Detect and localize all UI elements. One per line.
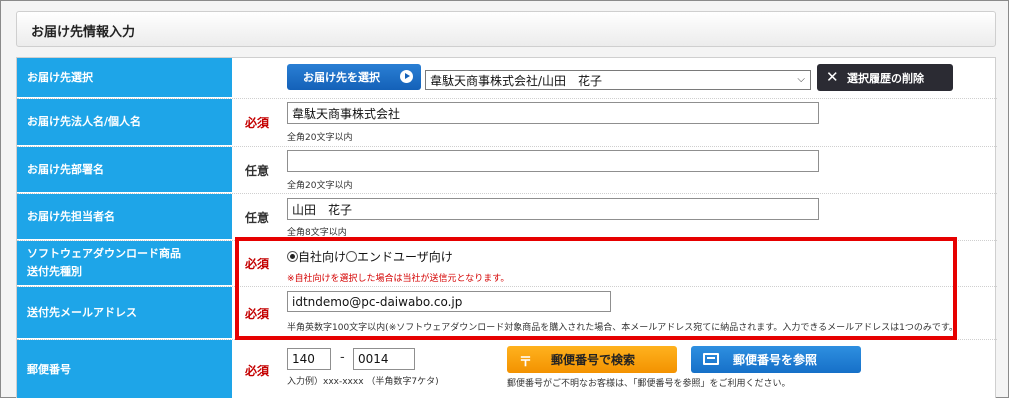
postal-search-button[interactable]: 〒 郵便番号で検索 <box>507 346 677 373</box>
row-department: お届け先部署名 任意 全角20文字以内 <box>17 147 997 194</box>
window-frame: お届け先情報入力 お届け先選択 お届け先を選択 韋駄天商事株式会社/山田 花子 … <box>0 0 1009 398</box>
row-destination-select: お届け先選択 お届け先を選択 韋駄天商事株式会社/山田 花子 ⌵ ✕ 選択履歴の… <box>17 58 997 99</box>
highlight-box <box>235 237 957 340</box>
postal-separator: - <box>340 350 345 365</box>
label-contact: お届け先担当者名 <box>17 194 232 240</box>
postal-code-first-input[interactable]: 140 <box>287 348 331 370</box>
required-badge: 必須 <box>244 116 269 130</box>
department-hint: 全角20文字以内 <box>287 181 353 191</box>
close-icon: ✕ <box>826 68 839 86</box>
row-contact: お届け先担当者名 任意 山田 花子 全角8文字以内 <box>17 194 997 241</box>
label-destination-select: お届け先選択 <box>17 58 232 98</box>
row-corp-name: お届け先法人名/個人名 必須 韋駄天商事株式会社 全角20文字以内 <box>17 99 997 147</box>
department-controls: 全角20文字以内 <box>285 147 985 193</box>
label-postal: 郵便番号 <box>17 340 232 398</box>
contact-input[interactable]: 山田 花子 <box>287 198 819 220</box>
delivery-form: お届け先選択 お届け先を選択 韋駄天商事株式会社/山田 花子 ⌵ ✕ 選択履歴の… <box>16 57 997 398</box>
section-title: お届け先情報入力 <box>16 11 996 47</box>
contact-controls: 山田 花子 全角8文字以内 <box>285 194 985 240</box>
postal-book-icon <box>703 353 719 365</box>
postal-reference-label: 郵便番号を参照 <box>733 353 818 367</box>
required-badge: 必須 <box>244 363 269 378</box>
label-software-destination: ソフトウェアダウンロード商品 送付先種別 <box>17 241 232 286</box>
postal-controls: 140 - 0014 入力例）xxx-xxxx （半角数字7ケタ) 〒 郵便番号… <box>285 340 985 398</box>
destination-dropdown-value: 韋駄天商事株式会社/山田 花子 <box>430 73 603 88</box>
postal-hint: 入力例）xxx-xxxx （半角数字7ケタ) <box>287 377 439 387</box>
optional-badge: 任意 <box>244 163 269 178</box>
department-input[interactable] <box>287 150 819 172</box>
optional-badge: 任意 <box>244 210 269 225</box>
label-software-line2: 送付先種別 <box>27 265 82 278</box>
postal-code-second-input[interactable]: 0014 <box>353 348 415 370</box>
clear-history-button[interactable]: ✕ 選択履歴の削除 <box>817 64 953 91</box>
chevron-down-icon: ⌵ <box>797 74 805 85</box>
label-department: お届け先部署名 <box>17 147 232 193</box>
postal-reference-button[interactable]: 郵便番号を参照 <box>691 346 861 373</box>
corp-name-input[interactable]: 韋駄天商事株式会社 <box>287 102 819 124</box>
postal-mark-icon: 〒 <box>519 355 533 370</box>
row-postal: 郵便番号 必須 140 - 0014 入力例）xxx-xxxx （半角数字7ケタ… <box>17 340 997 398</box>
corp-name-controls: 韋駄天商事株式会社 全角20文字以内 <box>285 99 985 146</box>
label-software-line1: ソフトウェアダウンロード商品 <box>27 247 181 260</box>
label-email: 送付先メールアドレス <box>17 287 232 339</box>
destination-select-controls: お届け先を選択 韋駄天商事株式会社/山田 花子 ⌵ ✕ 選択履歴の削除 <box>285 58 985 98</box>
corp-name-hint: 全角20文字以内 <box>287 133 353 143</box>
play-circle-icon <box>400 70 413 83</box>
destination-dropdown[interactable]: 韋駄天商事株式会社/山田 花子 ⌵ <box>425 70 811 90</box>
postal-search-label: 郵便番号で検索 <box>551 353 636 367</box>
select-destination-button[interactable]: お届け先を選択 <box>287 64 421 90</box>
select-destination-label: お届け先を選択 <box>303 71 380 84</box>
postal-note: 郵便番号がご不明なお客様は、「郵便番号を参照」をご利用ください。 <box>507 379 791 389</box>
clear-history-label: 選択履歴の削除 <box>847 71 924 85</box>
label-corp-name: お届け先法人名/個人名 <box>17 99 232 146</box>
